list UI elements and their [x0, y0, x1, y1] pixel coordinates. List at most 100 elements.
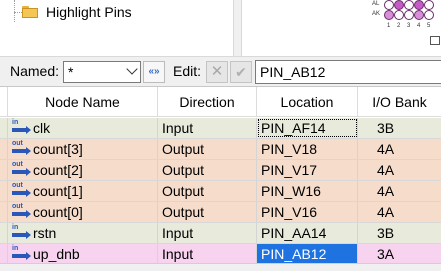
output-pin-icon: out	[12, 203, 32, 221]
io-bank-cell[interactable]: 4A	[358, 202, 441, 222]
chevron-down-icon[interactable]	[126, 63, 138, 75]
location-cell[interactable]: PIN_V16	[257, 202, 358, 222]
location-cell[interactable]: PIN_V18	[257, 139, 358, 159]
horizontal-scrollbar[interactable]	[0, 263, 441, 271]
location-cell[interactable]: PIN_V17	[257, 160, 358, 180]
table-row[interactable]: out count[2] Output PIN_V17 4A	[0, 160, 441, 181]
tree-item-highlight-pins[interactable]: Highlight Pins	[22, 3, 132, 21]
node-name: rstn	[33, 225, 57, 241]
package-pin[interactable]	[414, 10, 424, 20]
location-cell-selected[interactable]: PIN_AB12	[257, 244, 358, 264]
hierarchy-tree-panel: Highlight Pins	[0, 0, 234, 56]
io-bank-cell[interactable]: 3B	[358, 223, 441, 243]
node-name: count[3]	[33, 141, 83, 157]
table-row-selected[interactable]: in up_dnb Input PIN_AB12 3A	[0, 244, 441, 265]
named-filter-value: *	[68, 64, 74, 80]
package-pin-map[interactable]: AL AK 1 2 3 4 5	[366, 0, 441, 32]
package-pin[interactable]	[404, 0, 414, 10]
named-filter-combobox[interactable]: *	[63, 61, 141, 83]
io-bank-cell[interactable]: 4A	[358, 160, 441, 180]
node-name-cell[interactable]: out count[3]	[8, 139, 158, 159]
header-index	[0, 87, 8, 117]
cancel-x-icon[interactable]: ✕	[206, 61, 228, 83]
vertical-scrollbar[interactable]	[234, 0, 242, 56]
io-bank-cell[interactable]: 3A	[358, 244, 441, 264]
direction-cell[interactable]: Output	[158, 160, 257, 180]
pin-column-number: 4	[417, 23, 421, 29]
location-cell[interactable]: PIN_W16	[257, 181, 358, 201]
io-bank-cell[interactable]: 4A	[358, 139, 441, 159]
node-name-cell[interactable]: in up_dnb	[8, 244, 158, 264]
edit-label: Edit:	[173, 63, 202, 79]
pin-column-number: 1	[387, 23, 391, 29]
direction-cell[interactable]: Output	[158, 202, 257, 222]
io-bank-cell[interactable]: 4A	[358, 181, 441, 201]
row-index	[0, 223, 8, 243]
tree-item-label: Highlight Pins	[46, 4, 132, 20]
location-cell[interactable]: PIN_AA14	[257, 223, 358, 243]
row-index	[0, 202, 8, 222]
node-name-cell[interactable]: in rstn	[8, 223, 158, 243]
row-index	[0, 244, 8, 264]
direction-cell[interactable]: Input	[158, 244, 257, 264]
package-pin[interactable]	[414, 0, 424, 10]
pin-column-number: 2	[397, 23, 401, 29]
direction-cell[interactable]: Input	[158, 223, 257, 243]
node-name: count[1]	[33, 183, 83, 199]
table-row[interactable]: out count[3] Output PIN_V18 4A	[0, 139, 441, 160]
column-header-direction[interactable]: Direction	[158, 87, 257, 117]
node-name: up_dnb	[33, 246, 80, 262]
node-name-cell[interactable]: out count[2]	[8, 160, 158, 180]
output-pin-icon: out	[12, 140, 32, 158]
checkmark-icon[interactable]: ✔	[230, 61, 252, 83]
edit-value-input[interactable]: PIN_AB12	[255, 60, 441, 84]
input-pin-icon: in	[12, 224, 32, 242]
overview-box[interactable]	[430, 36, 440, 45]
node-name: count[2]	[33, 162, 83, 178]
io-bank-cell[interactable]: 3B	[358, 118, 441, 138]
row-index	[0, 118, 8, 138]
row-index	[0, 181, 8, 201]
direction-cell[interactable]: Output	[158, 139, 257, 159]
pin-column-number: 5	[427, 23, 431, 29]
direction-cell[interactable]: Input	[158, 118, 257, 138]
node-name-cell[interactable]: in clk	[8, 118, 158, 138]
node-name: clk	[33, 120, 51, 136]
package-pin[interactable]	[424, 10, 434, 20]
direction-cell[interactable]: Output	[158, 181, 257, 201]
package-pin[interactable]	[384, 10, 394, 20]
column-header-io-bank[interactable]: I/O Bank	[358, 87, 441, 117]
package-pin[interactable]	[384, 0, 394, 10]
package-pin[interactable]	[424, 0, 434, 10]
named-label: Named:	[10, 63, 60, 79]
input-pin-icon: in	[12, 119, 32, 137]
row-index	[0, 160, 8, 180]
table-row[interactable]: out count[1] Output PIN_W16 4A	[0, 181, 441, 202]
tree-connector	[14, 12, 22, 13]
table-row[interactable]: in rstn Input PIN_AA14 3B	[0, 223, 441, 244]
filter-toolbar: Named: * «» Edit: ✕ ✔ PIN_AB12	[0, 56, 441, 86]
pin-planner-view[interactable]: AL AK 1 2 3 4 5	[242, 0, 441, 56]
output-pin-icon: out	[12, 182, 32, 200]
node-name-cell[interactable]: out count[1]	[8, 181, 158, 201]
pin-row-label: AK	[372, 11, 381, 17]
wildcard-icon[interactable]: «»	[143, 61, 165, 83]
pin-column-number: 3	[407, 23, 411, 29]
input-pin-icon: in	[12, 245, 32, 263]
package-pin[interactable]	[394, 0, 404, 10]
node-name-cell[interactable]: out count[0]	[8, 202, 158, 222]
tree-connector	[14, 0, 15, 22]
column-header-node-name[interactable]: Node Name	[8, 87, 158, 117]
folder-icon	[22, 6, 38, 18]
table-row[interactable]: out count[0] Output PIN_V16 4A	[0, 202, 441, 223]
output-pin-icon: out	[12, 161, 32, 179]
row-index	[0, 139, 8, 159]
table-row[interactable]: in clk Input PIN_AF14 3B	[0, 118, 441, 139]
location-cell[interactable]: PIN_AF14	[257, 118, 358, 138]
table-header: Node Name Direction Location I/O Bank	[0, 87, 441, 117]
node-name: count[0]	[33, 204, 83, 220]
pin-assignment-table: Node Name Direction Location I/O Bank in…	[0, 86, 441, 271]
package-pin[interactable]	[394, 10, 404, 20]
package-pin[interactable]	[404, 10, 414, 20]
column-header-location[interactable]: Location	[257, 87, 358, 117]
